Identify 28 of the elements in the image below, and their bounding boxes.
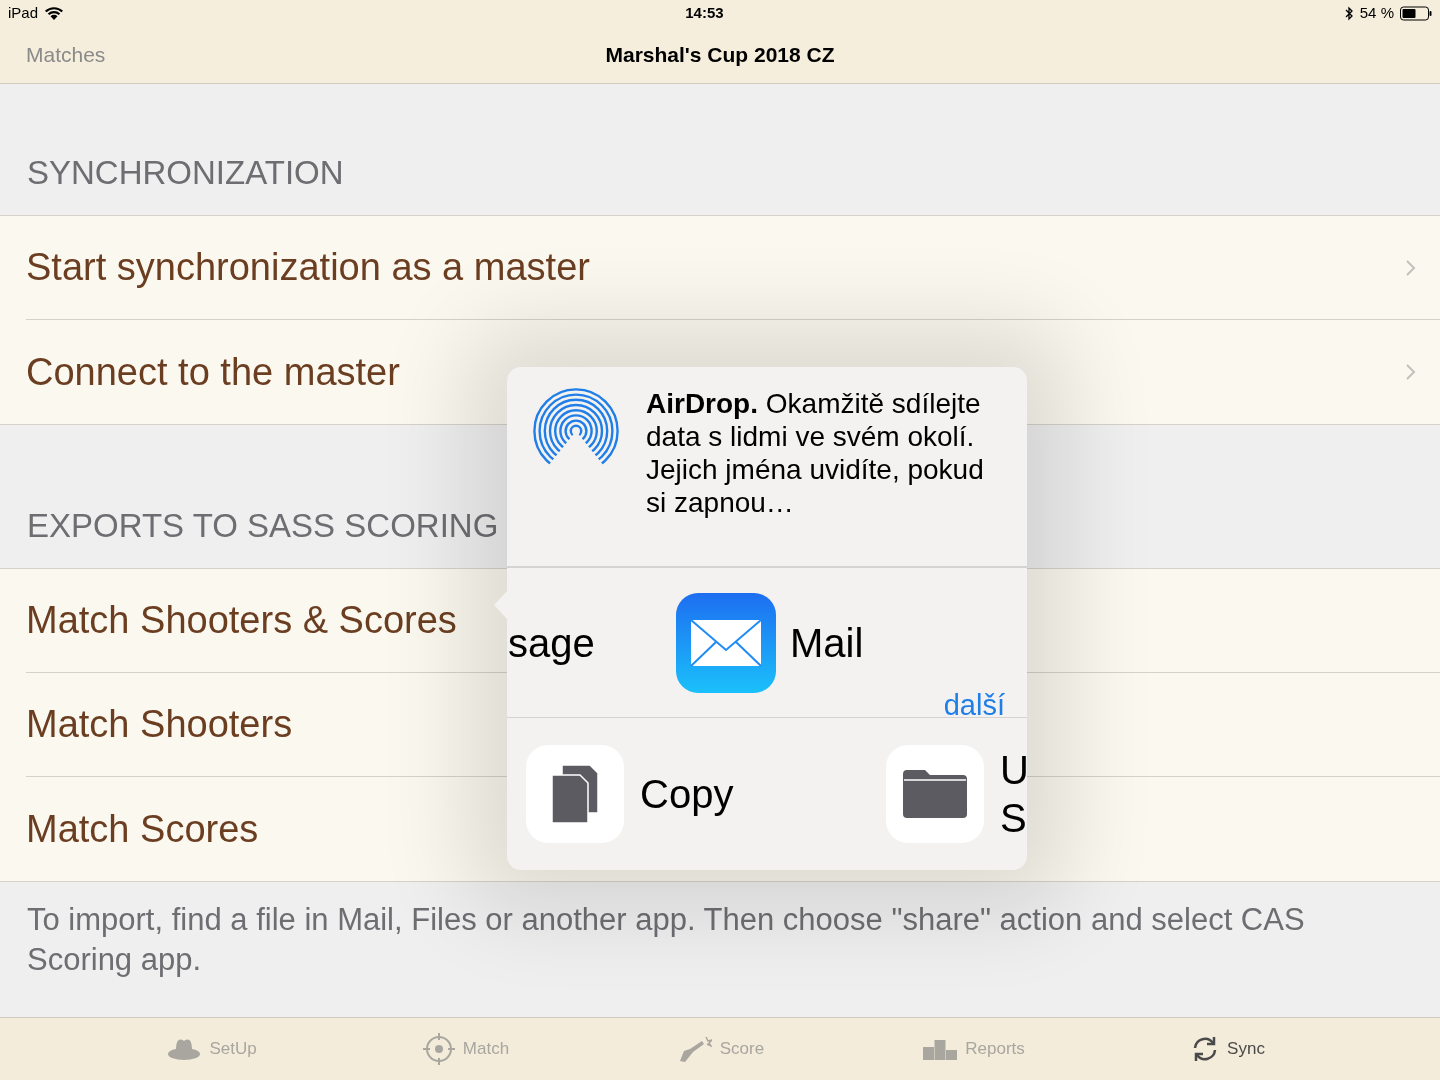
app-label[interactable]: Mail [790, 612, 864, 673]
mail-app-icon[interactable] [676, 592, 776, 693]
section-header: EXPORTS TO SASS SCORING [27, 505, 499, 546]
more-link[interactable]: další [943, 683, 1005, 717]
footer-note: To import, find a file in Mail, Files or another app. Then choose "share" action and select CAS Scoring app. [27, 901, 1306, 979]
action-label[interactable]: U [1000, 746, 1027, 794]
bluetooth-icon [1344, 5, 1354, 21]
copy-icon[interactable] [526, 745, 624, 843]
folder-icon[interactable] [886, 745, 984, 843]
section-header: SYNCHRONIZATION [27, 152, 344, 193]
row-label[interactable]: Match Scores [26, 800, 259, 858]
podium-icon [923, 1038, 958, 1060]
row-label[interactable]: Start synchronization as a master [26, 239, 590, 296]
nav-title: Marshal's Cup 2018 CZ [605, 41, 835, 68]
airdrop-description: AirDrop. Okamžitě sdílejte data s lidmi ve svém okolí. Jejich jména uvidíte, pokud si zapnou… [646, 387, 985, 519]
battery-percent: 54 % [1359, 2, 1394, 23]
crosshair-icon [422, 1033, 455, 1065]
device-name: iPad [8, 2, 39, 23]
row-label[interactable]: Match Shooters [26, 696, 293, 753]
row-label[interactable]: Connect to the master [26, 343, 400, 401]
action-label[interactable]: S [1000, 794, 1027, 842]
app-label[interactable]: sage [508, 612, 676, 673]
row-label[interactable]: Match Shooters & Scores [26, 592, 457, 649]
wifi-icon [44, 5, 65, 21]
action-label[interactable]: Copy [640, 764, 734, 824]
clock-time: 14:53 [685, 2, 724, 23]
tab-button[interactable]: Sync [1101, 1018, 1355, 1080]
battery-icon [1400, 5, 1432, 21]
